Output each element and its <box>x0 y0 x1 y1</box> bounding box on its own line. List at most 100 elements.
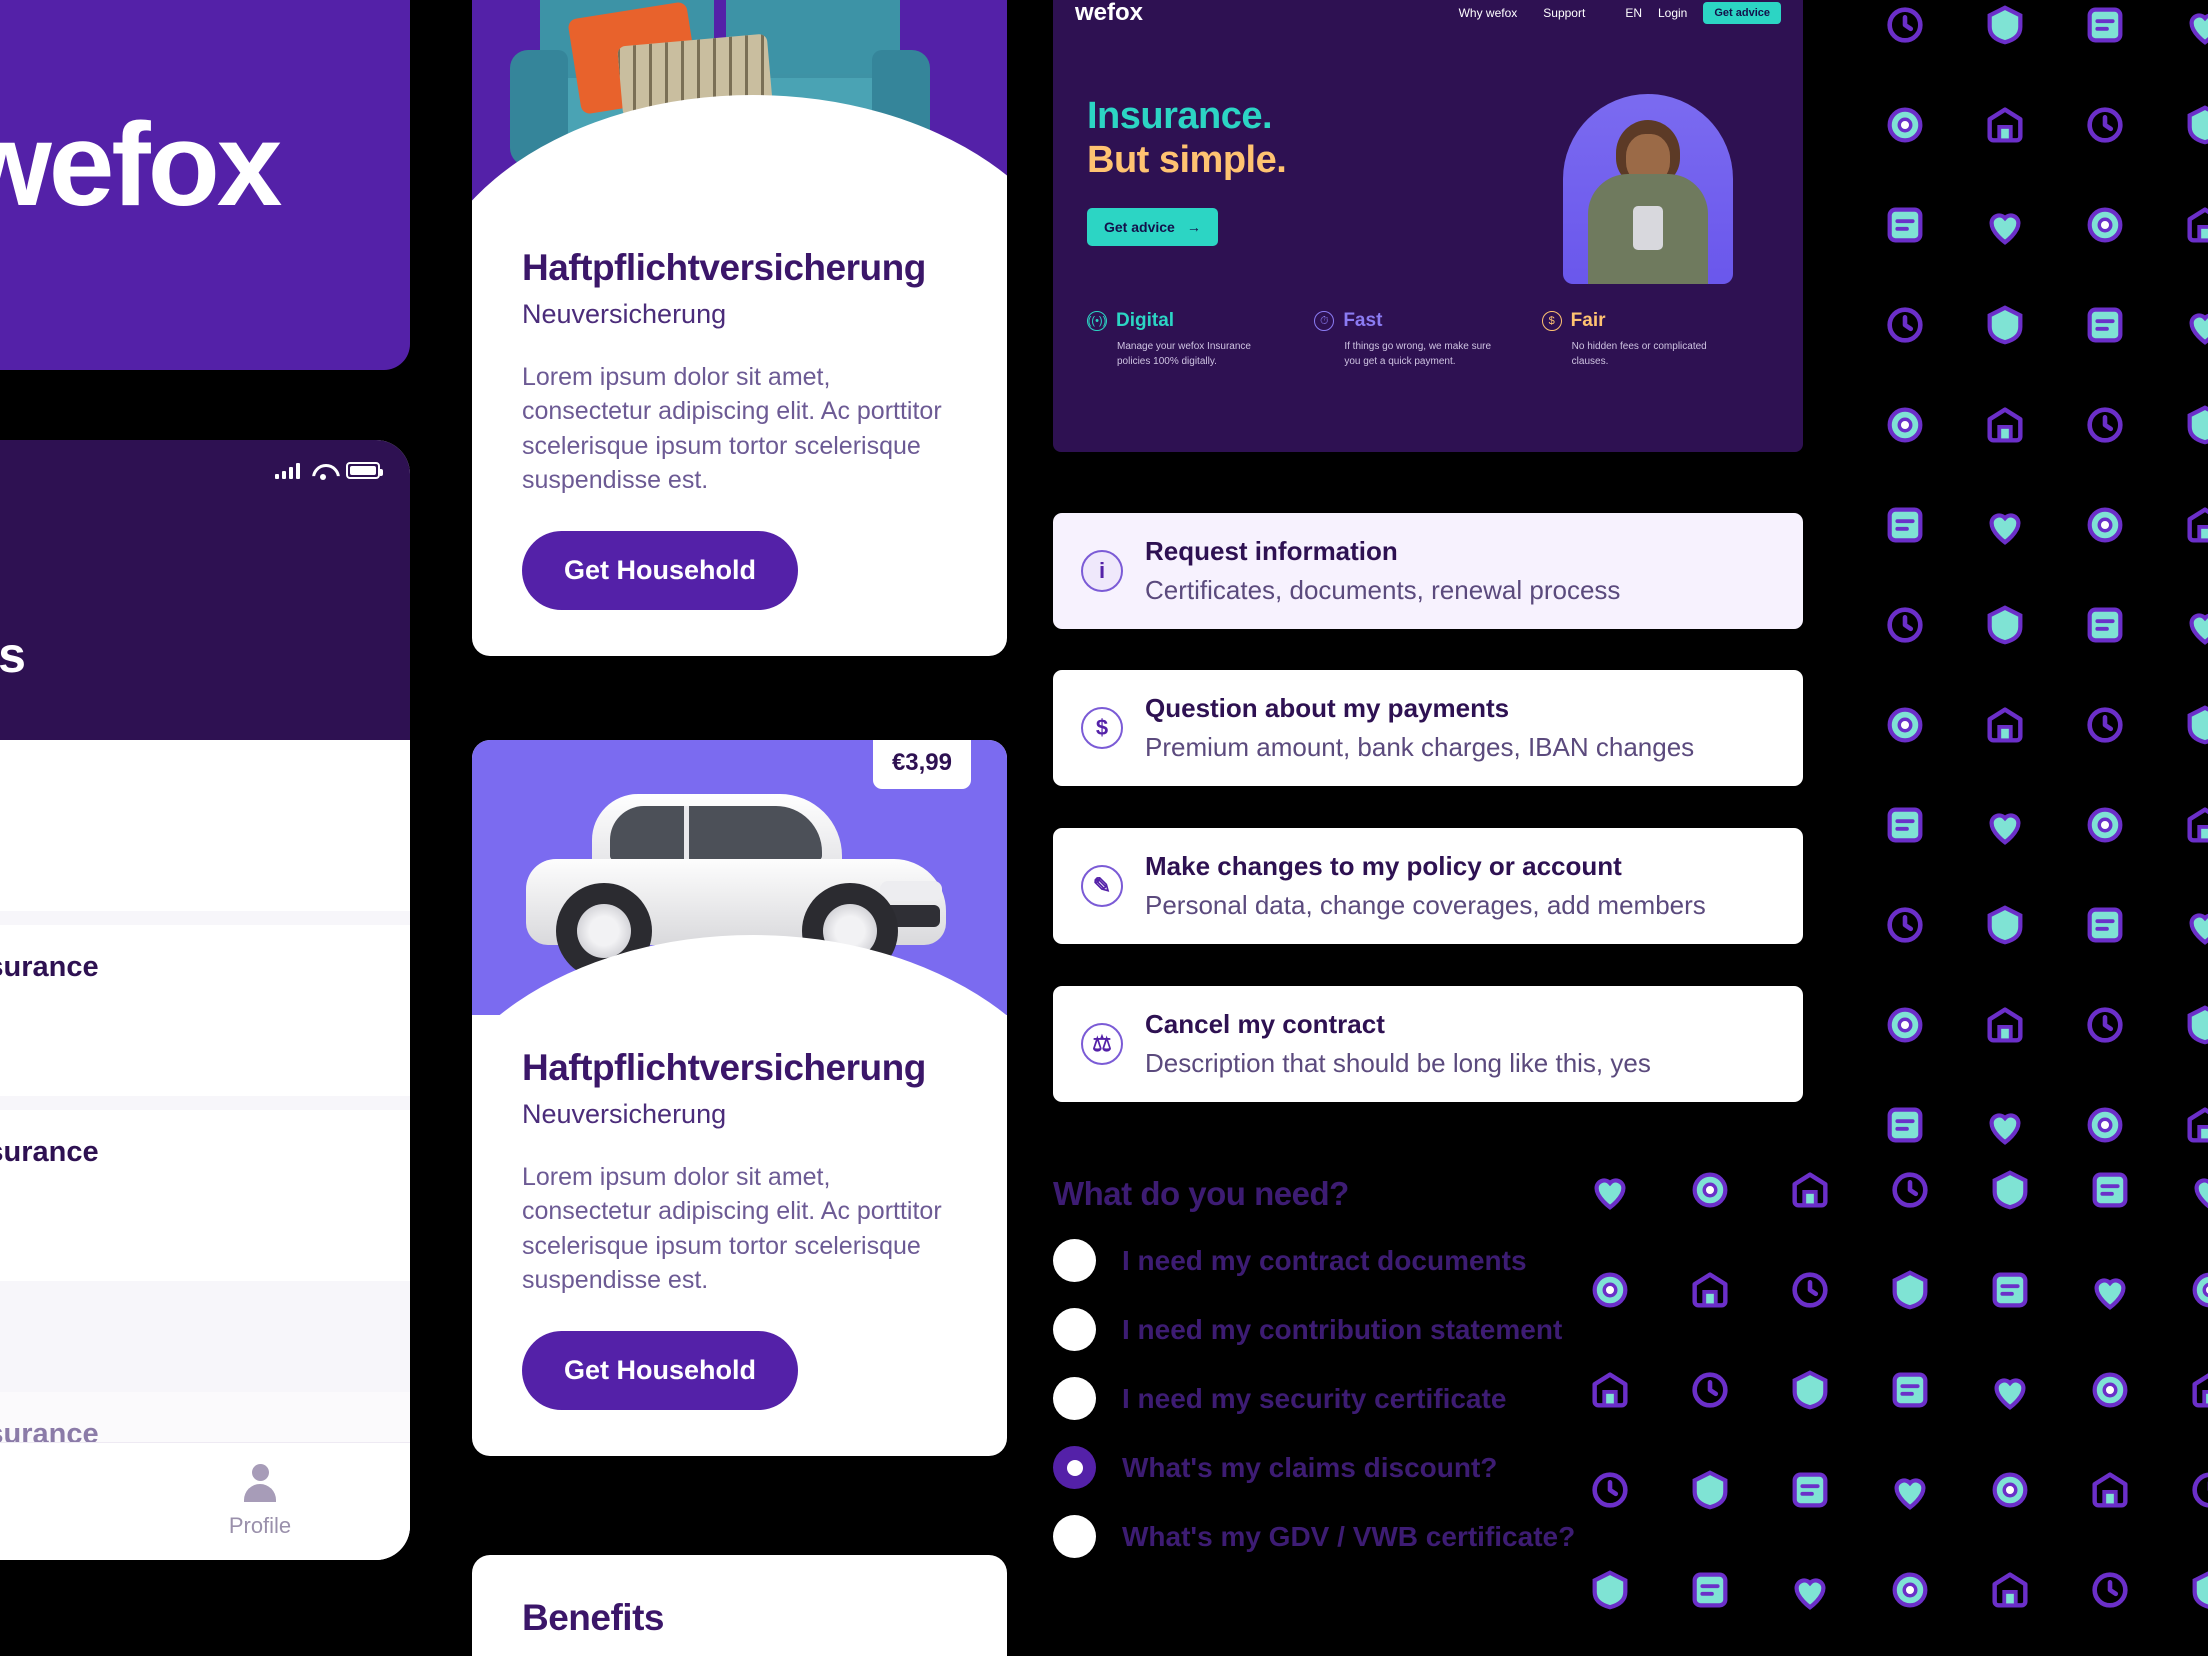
design-showcase-canvas: wefox Policies Household Compact €4,99 /… <box>0 0 2208 1656</box>
nav-get-advice-button[interactable]: Get advice <box>1703 2 1781 24</box>
info-icon: i <box>1081 550 1123 592</box>
wallet-icon <box>1560 1340 1660 1440</box>
plane-icon <box>2160 1140 2208 1240</box>
question-block: What do you need? I need my contract doc… <box>1053 1175 1613 1558</box>
target-icon <box>2055 0 2155 75</box>
policy-name: Liability Insurance <box>0 1136 99 1168</box>
nav-support[interactable]: Support <box>1543 6 1585 20</box>
cloud-upload-icon <box>2060 1340 2160 1440</box>
phone-header: Policies <box>0 440 410 740</box>
person-icon <box>241 1464 279 1504</box>
brand-logo-card: wefox <box>0 0 410 370</box>
tab-profile[interactable]: Profile <box>110 1443 410 1560</box>
plant-icon <box>1955 675 2055 775</box>
policy-price: €4,99 /m <box>0 1038 376 1066</box>
support-desc: Description that should be long like thi… <box>1145 1048 1651 1078</box>
triangle-icon <box>1960 1240 2060 1340</box>
search-doc-icon <box>1955 275 2055 375</box>
piggy-icon <box>1760 1440 1860 1540</box>
suitcase-icon <box>1960 1540 2060 1640</box>
policy-price: €4,99 /m <box>0 853 376 881</box>
radio-icon-selected[interactable] <box>1053 1446 1096 1489</box>
layers-icon <box>1955 475 2055 575</box>
bell-icon <box>2155 75 2208 175</box>
lock-shield-icon <box>2055 775 2155 875</box>
compass-icon <box>2055 275 2155 375</box>
radio-option[interactable]: I need my contract documents <box>1053 1239 1613 1282</box>
cloud-icon <box>2155 0 2208 75</box>
list-item[interactable]: Household Compact €4,99 /m <box>0 740 410 911</box>
radio-option[interactable]: I need my contribution statement <box>1053 1308 1613 1351</box>
card-subtitle: Neuversicherung <box>522 299 727 329</box>
site-nav-links: Why wefox Support <box>1459 6 1586 20</box>
briefcase-icon <box>1855 475 1955 575</box>
clock-person-icon <box>1855 275 1955 375</box>
handshake-icon <box>1955 375 2055 475</box>
binoculars-icon <box>1660 1140 1760 1240</box>
feature-digital: ((•)) Digital Manage your wefox Insuranc… <box>1087 310 1314 369</box>
hero-portrait <box>1563 94 1733 284</box>
benefits-card[interactable]: Benefits Answer some questions and get y… <box>472 1555 1007 1656</box>
card-description: Lorem ipsum dolor sit amet, consectetur … <box>522 1163 942 1294</box>
product-card-household[interactable]: €3,99 Haftpflichtversicherung Neuversich… <box>472 0 1007 656</box>
radio-icon[interactable] <box>1053 1515 1096 1558</box>
policy-name: Household <box>0 766 376 799</box>
support-row-payments[interactable]: $ Question about my payments Premium amo… <box>1053 670 1803 786</box>
radio-option[interactable]: What's my GDV / VWB certificate? <box>1053 1515 1613 1558</box>
login-link[interactable]: Login <box>1658 6 1687 20</box>
list-item[interactable]: Liability Insurance Comfort €4,99 /m <box>0 925 410 1096</box>
headset-icon <box>1855 575 1955 675</box>
magnifier-icon <box>1760 1140 1860 1240</box>
hero-button-label: Get advice <box>1104 219 1175 236</box>
tab-policies[interactable]: Policies <box>0 1443 110 1560</box>
question-title: What do you need? <box>1053 1175 1349 1212</box>
get-household-button[interactable]: Get Household <box>522 1331 799 1410</box>
get-household-button[interactable]: Get Household <box>522 531 799 610</box>
doc-stack-icon <box>1660 1640 1760 1656</box>
hero-get-advice-button[interactable]: Get advice → <box>1087 208 1218 247</box>
ring-icon <box>1860 1440 1960 1540</box>
contract-cancel-icon: ⚖ <box>1081 1023 1123 1065</box>
radio-option-selected[interactable]: What's my claims discount? <box>1053 1446 1613 1489</box>
support-row-request-information[interactable]: i Request information Certificates, docu… <box>1053 513 1803 629</box>
cog-icon <box>1955 975 2055 1075</box>
battery-icon <box>1660 1340 1760 1440</box>
person-badge-icon <box>1955 75 2055 175</box>
info-icon <box>1560 1440 1660 1540</box>
feature-fair: $ Fair No hidden fees or complicated cla… <box>1541 310 1769 369</box>
tab-label: Profile <box>228 1513 292 1538</box>
gauge-icon <box>1955 575 2055 675</box>
language-selector[interactable]: EN <box>1625 6 1642 20</box>
list-item[interactable]: Liability Insurance Comfort €4,99 /m <box>0 1110 410 1281</box>
radio-icon[interactable] <box>1053 1239 1096 1282</box>
calendar-icon <box>2155 775 2208 875</box>
card-description: Lorem ipsum dolor sit amet, consectetur … <box>522 363 942 494</box>
feature-title: Digital <box>1116 310 1175 331</box>
radio-icon[interactable] <box>1053 1308 1096 1351</box>
money-icon: $ <box>1081 707 1123 749</box>
headline-line-2: But simple. <box>1087 139 1287 182</box>
bottom-tab-bar: Policies Profile <box>0 1442 410 1560</box>
battery-icon <box>346 462 383 479</box>
feature-desc: No hidden fees or complicated clauses. <box>1571 341 1707 367</box>
stopwatch-icon: ⏱ <box>1314 311 1335 331</box>
dollar-icon <box>2160 1440 2208 1540</box>
feature-title: Fast <box>1343 310 1383 331</box>
plug-icon <box>1760 1240 1860 1340</box>
support-row-policy-changes[interactable]: ✎ Make changes to my policy or account P… <box>1053 828 1803 944</box>
radio-label: What's my GDV / VWB certificate? <box>1122 1520 1576 1552</box>
site-logo: wefox <box>1075 0 1144 26</box>
tire-icon <box>2060 1240 2160 1340</box>
pencil-icon: ✎ <box>1081 865 1123 907</box>
support-row-cancel-contract[interactable]: ⚖ Cancel my contract Description that sh… <box>1053 986 1803 1102</box>
feature-desc: Manage your wefox Insurance policies 100… <box>1117 341 1251 367</box>
newspaper-icon <box>1855 375 1955 475</box>
radio-icon[interactable] <box>1053 1377 1096 1420</box>
luggage-icon <box>1855 675 1955 775</box>
card-hero-image: €3,99 <box>472 0 1007 215</box>
id-card-icon <box>1855 75 1955 175</box>
product-card-liability[interactable]: €3,99 Haftpflichtversicherung Neuversich… <box>472 740 1007 1456</box>
nav-why-wefox[interactable]: Why wefox <box>1459 6 1518 20</box>
radio-option[interactable]: I need my security certificate <box>1053 1377 1613 1420</box>
receipt-icon <box>1855 875 1955 975</box>
